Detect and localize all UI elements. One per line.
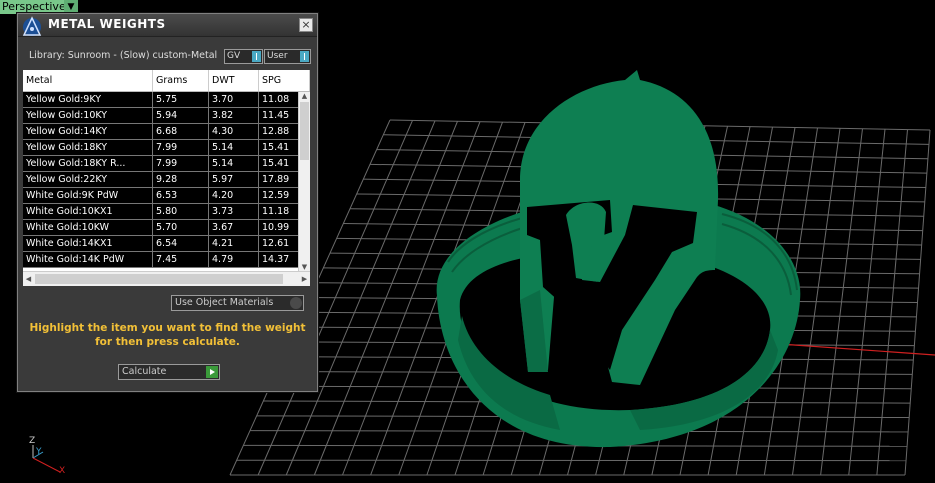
cell-metal: White Gold:14K PdW bbox=[23, 252, 153, 267]
gv-toggle[interactable]: GV bbox=[224, 49, 263, 64]
axis-x-label: X bbox=[59, 466, 66, 476]
cell-grams: 7.45 bbox=[153, 252, 209, 267]
table-row[interactable]: Yellow Gold:9KY 5.75 3.70 11.08 bbox=[23, 92, 304, 108]
cell-metal: White Gold:14KX1 bbox=[23, 236, 153, 251]
instruction-line-1: Highlight the item you want to find the … bbox=[29, 322, 306, 334]
app-logo-icon bbox=[22, 16, 42, 36]
metal-table[interactable]: Metal Grams DWT SPG Yellow Gold:9KY 5.75 3… bbox=[23, 70, 310, 286]
table-row[interactable]: White Gold:9K PdW 6.53 4.20 12.59 bbox=[23, 188, 304, 204]
axis-z-label: Z bbox=[29, 436, 36, 446]
panel-title: METAL WEIGHTS bbox=[48, 17, 166, 31]
cell-metal: Yellow Gold:22KY bbox=[23, 172, 153, 187]
cell-dwt: 5.14 bbox=[209, 156, 259, 171]
scroll-right-icon[interactable]: ▶ bbox=[299, 272, 310, 286]
use-object-materials-toggle[interactable]: Use Object Materials bbox=[171, 295, 304, 311]
table-row[interactable]: Yellow Gold:14KY 6.68 4.30 12.88 bbox=[23, 124, 304, 140]
cell-dwt: 3.82 bbox=[209, 108, 259, 123]
cell-dwt: 3.67 bbox=[209, 220, 259, 235]
cell-dwt: 4.79 bbox=[209, 252, 259, 267]
gv-toggle-label: GV bbox=[227, 51, 241, 61]
vertical-scroll-thumb[interactable] bbox=[300, 102, 309, 160]
metal-weights-panel: METAL WEIGHTS × Library: Sunroom - (Slow… bbox=[17, 13, 318, 392]
table-row[interactable]: Yellow Gold:10KY 5.94 3.82 11.45 bbox=[23, 108, 304, 124]
user-toggle[interactable]: User bbox=[264, 49, 311, 64]
horizontal-scrollbar[interactable]: ◀ ▶ bbox=[23, 271, 310, 286]
viewport-label[interactable]: Perspective bbox=[0, 0, 69, 14]
calculate-button[interactable]: Calculate bbox=[118, 364, 220, 380]
axis-y-label: Y bbox=[36, 447, 42, 457]
cell-grams: 7.99 bbox=[153, 156, 209, 171]
table-row[interactable]: White Gold:10KW 5.70 3.67 10.99 bbox=[23, 220, 304, 236]
cell-grams: 5.70 bbox=[153, 220, 209, 235]
cell-metal: Yellow Gold:18KY bbox=[23, 140, 153, 155]
vertical-scrollbar[interactable]: ▲ ▼ bbox=[298, 92, 310, 272]
table-row[interactable]: Yellow Gold:22KY 9.28 5.97 17.89 bbox=[23, 172, 304, 188]
cell-metal: White Gold:10KX1 bbox=[23, 204, 153, 219]
use-object-materials-label: Use Object Materials bbox=[175, 297, 274, 308]
table-row[interactable]: Yellow Gold:18KY 7.99 5.14 15.41 bbox=[23, 140, 304, 156]
cell-grams: 5.75 bbox=[153, 92, 209, 107]
column-header-dwt[interactable]: DWT bbox=[209, 70, 259, 91]
user-toggle-label: User bbox=[267, 51, 288, 61]
column-header-grams[interactable]: Grams bbox=[153, 70, 209, 91]
table-row[interactable]: White Gold:14KX1 6.54 4.21 12.61 bbox=[23, 236, 304, 252]
table-row[interactable]: Yellow Gold:18KY R... 7.99 5.14 15.41 bbox=[23, 156, 304, 172]
table-header: Metal Grams DWT SPG bbox=[23, 70, 310, 92]
cell-metal: Yellow Gold:9KY bbox=[23, 92, 153, 107]
toggle-indicator-icon bbox=[290, 297, 302, 309]
cell-dwt: 4.21 bbox=[209, 236, 259, 251]
cell-grams: 6.54 bbox=[153, 236, 209, 251]
library-label: Library: Sunroom - (Slow) custom-Metal bbox=[29, 50, 218, 61]
cell-grams: 5.80 bbox=[153, 204, 209, 219]
cell-metal: Yellow Gold:18KY R... bbox=[23, 156, 153, 171]
scroll-left-icon[interactable]: ◀ bbox=[23, 272, 34, 286]
cell-grams: 5.94 bbox=[153, 108, 209, 123]
instruction-line-2: for then press calculate. bbox=[95, 336, 240, 348]
cell-metal: White Gold:10KW bbox=[23, 220, 153, 235]
column-header-metal[interactable]: Metal bbox=[23, 70, 153, 91]
cell-dwt: 5.97 bbox=[209, 172, 259, 187]
cell-dwt: 4.30 bbox=[209, 124, 259, 139]
cell-dwt: 4.20 bbox=[209, 188, 259, 203]
cell-grams: 7.99 bbox=[153, 140, 209, 155]
table-row[interactable]: White Gold:10KX1 5.80 3.73 11.18 bbox=[23, 204, 304, 220]
cell-grams: 6.53 bbox=[153, 188, 209, 203]
scroll-up-icon[interactable]: ▲ bbox=[299, 92, 310, 101]
chevron-down-icon[interactable]: ▼ bbox=[64, 0, 78, 14]
column-header-spg[interactable]: SPG bbox=[259, 70, 310, 91]
play-icon bbox=[206, 366, 218, 378]
horizontal-scroll-thumb[interactable] bbox=[35, 274, 283, 284]
close-icon[interactable]: × bbox=[299, 18, 313, 32]
cell-dwt: 5.14 bbox=[209, 140, 259, 155]
cell-metal: White Gold:9K PdW bbox=[23, 188, 153, 203]
instruction-message: Highlight the item you want to find the … bbox=[24, 321, 311, 349]
calculate-label: Calculate bbox=[122, 366, 167, 377]
cell-grams: 9.28 bbox=[153, 172, 209, 187]
cell-metal: Yellow Gold:10KY bbox=[23, 108, 153, 123]
cell-dwt: 3.70 bbox=[209, 92, 259, 107]
cell-dwt: 3.73 bbox=[209, 204, 259, 219]
cell-grams: 6.68 bbox=[153, 124, 209, 139]
cell-metal: Yellow Gold:14KY bbox=[23, 124, 153, 139]
panel-titlebar[interactable]: METAL WEIGHTS × bbox=[18, 14, 317, 37]
table-row[interactable]: White Gold:14K PdW 7.45 4.79 14.37 bbox=[23, 252, 304, 268]
